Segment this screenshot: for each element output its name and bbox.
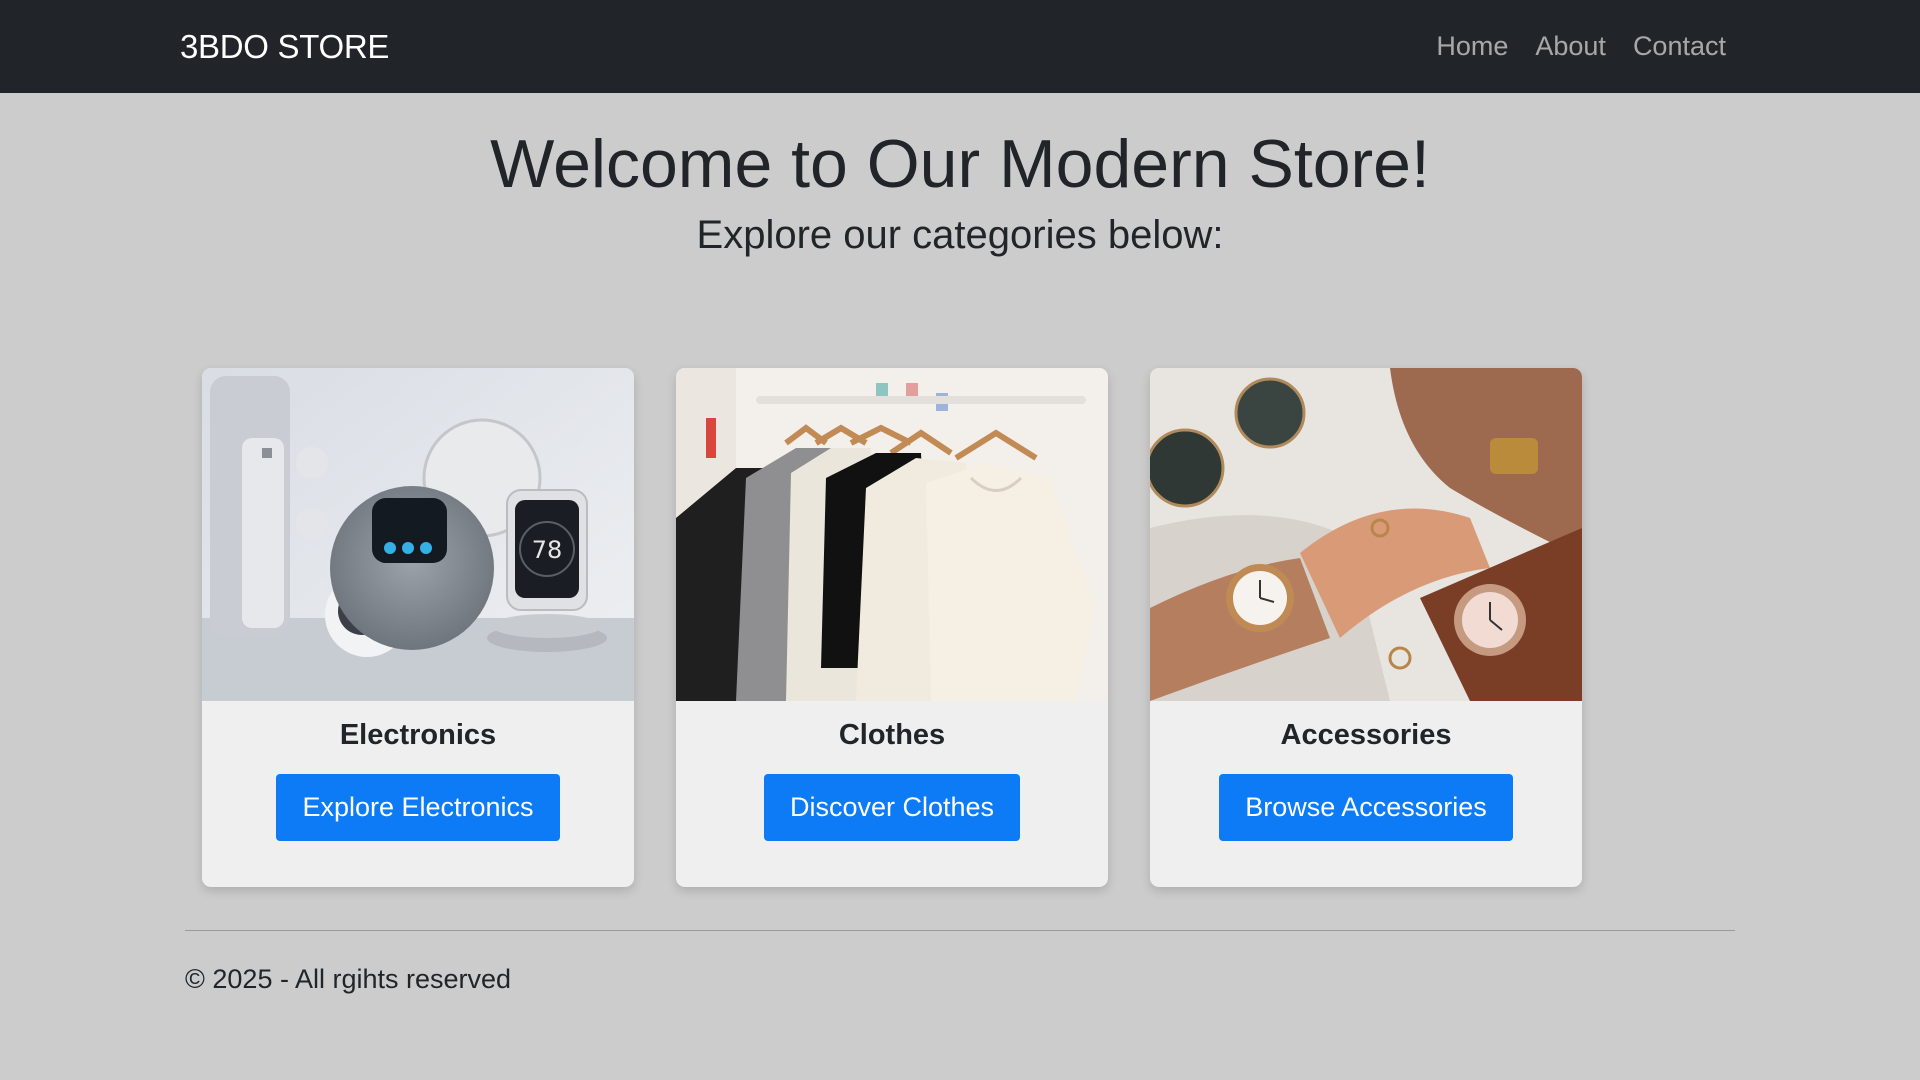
electronics-image: 78: [202, 368, 634, 701]
page-subtitle: Explore our categories below:: [696, 213, 1224, 258]
hero-section: Welcome to Our Modern Store! Explore our…: [0, 93, 1920, 258]
category-card-electronics: 78 Electronics Explore Electronics: [202, 368, 634, 887]
browse-accessories-button[interactable]: Browse Accessories: [1219, 774, 1513, 841]
accessories-image: [1150, 368, 1582, 701]
category-card-accessories: Accessories Browse Accessories: [1150, 368, 1582, 887]
category-card-clothes: Clothes Discover Clothes: [676, 368, 1108, 887]
footer-copyright: © 2025 - All rgihts reserved: [185, 964, 512, 994]
page-title: Welcome to Our Modern Store!: [490, 126, 1430, 202]
footer-divider: [185, 930, 1735, 931]
nav-link-contact[interactable]: Contact: [1633, 31, 1726, 62]
top-navbar: 3BDO STORE Home About Contact: [0, 0, 1920, 93]
brand-logo-link[interactable]: 3BDO STORE: [180, 28, 389, 66]
card-title-electronics: Electronics: [339, 719, 497, 751]
nav-link-about[interactable]: About: [1535, 31, 1606, 62]
card-title-clothes: Clothes: [838, 719, 946, 751]
discover-clothes-button[interactable]: Discover Clothes: [763, 774, 1021, 841]
nav-link-home[interactable]: Home: [1436, 31, 1508, 62]
card-title-accessories: Accessories: [1280, 719, 1452, 751]
explore-electronics-button[interactable]: Explore Electronics: [276, 774, 560, 841]
svg-text:78: 78: [532, 536, 563, 564]
clothes-image: [676, 368, 1108, 701]
nav-links: Home About Contact: [1436, 31, 1726, 62]
category-cards: 78 Electronics Explore Electronics Cloth…: [202, 368, 1582, 887]
